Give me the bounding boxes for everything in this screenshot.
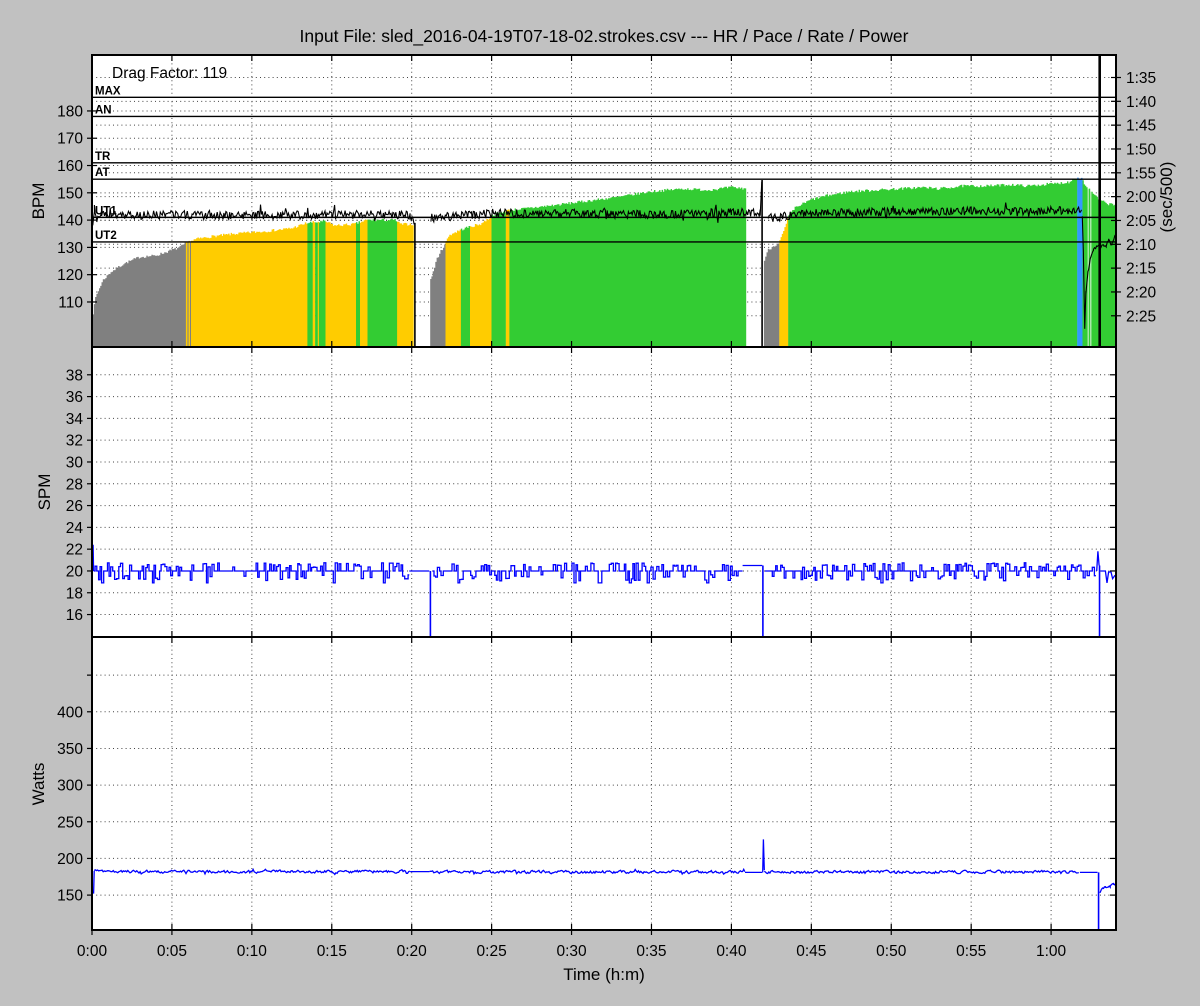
- pace-tick-label: 2:05: [1126, 213, 1156, 230]
- pace-tick-label: 1:35: [1126, 70, 1156, 87]
- bpm-tick-label: 120: [57, 267, 83, 284]
- pace-tick-label: 1:55: [1126, 165, 1156, 182]
- zone-label-tr: TR: [95, 151, 111, 163]
- watts-tick-label: 250: [57, 814, 83, 831]
- watts-tick-label: 150: [57, 888, 83, 905]
- bpm-tick-label: 150: [57, 185, 83, 202]
- spm-tick-label: 16: [66, 607, 83, 624]
- watts-tick-label: 350: [57, 741, 83, 758]
- bpm-tick-label: 180: [57, 103, 83, 120]
- time-axis-label: Time (h:m): [563, 965, 645, 984]
- time-tick-label: 0:05: [157, 943, 187, 960]
- figure-page: MAXANTRATUT1UT21801701601501401301201101…: [0, 0, 1200, 1001]
- drag-factor-label: Drag Factor: 119: [112, 65, 227, 82]
- spm-axis-label: SPM: [35, 474, 54, 511]
- time-tick-label: 0:10: [237, 943, 268, 960]
- spm-tick-label: 22: [66, 542, 83, 559]
- time-tick-label: 0:15: [317, 943, 347, 960]
- time-tick-label: 0:30: [556, 943, 587, 960]
- spm-tick-label: 18: [66, 585, 83, 602]
- bpm-tick-label: 160: [57, 158, 83, 175]
- bpm-tick-label: 170: [57, 131, 83, 148]
- time-tick-label: 0:20: [397, 943, 428, 960]
- spm-tick-label: 28: [66, 476, 83, 493]
- time-tick-label: 0:40: [716, 943, 747, 960]
- watts-tick-label: 400: [57, 704, 83, 721]
- pace-tick-label: 1:45: [1126, 118, 1156, 135]
- watts-plot-area: [92, 637, 1116, 930]
- spm-tick-label: 20: [66, 563, 84, 580]
- pace-tick-label: 2:20: [1126, 284, 1157, 301]
- time-tick-label: 0:55: [956, 943, 986, 960]
- zone-label-max: MAX: [95, 85, 121, 97]
- spm-tick-label: 24: [66, 520, 84, 537]
- pace-axis-label: (sec/500): [1157, 162, 1176, 233]
- pace-tick-label: 2:10: [1126, 237, 1157, 254]
- spm-tick-label: 36: [66, 389, 83, 406]
- figure-title: Input File: sled_2016-04-19T07-18-02.str…: [300, 26, 909, 47]
- pace-tick-label: 2:25: [1126, 308, 1156, 325]
- time-tick-label: 0:45: [796, 943, 826, 960]
- spm-tick-label: 30: [66, 454, 84, 471]
- time-tick-label: 1:00: [1036, 943, 1067, 960]
- time-tick-label: 0:25: [477, 943, 507, 960]
- zone-label-at: AT: [95, 167, 109, 179]
- watts-tick-label: 200: [57, 851, 83, 868]
- watts-axis-label: Watts: [29, 763, 48, 806]
- pace-tick-label: 1:40: [1126, 94, 1157, 111]
- chart-canvas: MAXANTRATUT1UT21801701601501401301201101…: [0, 0, 1200, 1001]
- zone-label-an: AN: [95, 104, 112, 116]
- pace-tick-label: 1:50: [1126, 141, 1157, 158]
- bpm-tick-label: 140: [57, 213, 83, 230]
- time-tick-label: 0:35: [636, 943, 666, 960]
- bpm-axis-label: BPM: [29, 183, 48, 220]
- bpm-tick-label: 130: [57, 240, 83, 257]
- spm-tick-label: 32: [66, 433, 83, 450]
- bpm-tick-label: 110: [58, 294, 83, 311]
- spm-plot-area: [92, 347, 1116, 637]
- spm-tick-label: 26: [66, 498, 83, 515]
- watts-tick-label: 300: [57, 778, 83, 795]
- time-tick-label: 0:00: [77, 943, 108, 960]
- spm-tick-label: 38: [66, 367, 83, 384]
- pace-tick-label: 2:15: [1126, 261, 1156, 278]
- pace-tick-label: 2:00: [1126, 189, 1157, 206]
- time-tick-label: 0:50: [876, 943, 907, 960]
- spm-tick-label: 34: [66, 411, 84, 428]
- zone-label-ut2: UT2: [95, 230, 117, 242]
